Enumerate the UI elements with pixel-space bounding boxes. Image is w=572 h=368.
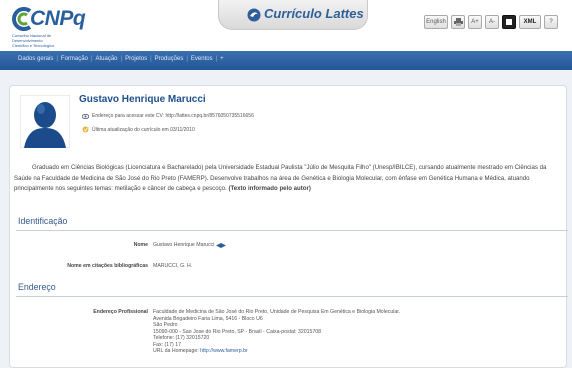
link-icon: [82, 113, 89, 119]
xml-button[interactable]: XML: [519, 15, 541, 29]
font-decrease-button[interactable]: A-: [485, 15, 499, 29]
nav-formacao[interactable]: Formação: [61, 56, 88, 62]
homepage-link[interactable]: http://www.famerp.br: [200, 348, 248, 354]
header: CNPq Conselho Nacional de Desenvolviment…: [0, 0, 572, 50]
nav-separator: |: [215, 56, 218, 62]
nav-separator: |: [56, 56, 58, 62]
last-update: Última atualização do currículo em 03/11…: [82, 126, 195, 133]
section-divider: [16, 296, 568, 297]
endereco-heading: Endereço: [18, 282, 56, 292]
name-value: Gustavo Henrique Marucci: [153, 242, 215, 248]
update-icon: [82, 126, 89, 133]
print-button[interactable]: [451, 15, 465, 29]
help-button[interactable]: ?: [544, 15, 558, 29]
nav-separator: |: [150, 56, 152, 62]
address-block: Faculdade de Medicina de São José do Rio…: [153, 309, 400, 355]
nav-atuacao[interactable]: Atuação: [96, 56, 118, 62]
nav-projetos[interactable]: Projetos: [125, 56, 147, 62]
summary-source-note: (Texto informado pelo autor): [228, 185, 311, 192]
nav-eventos[interactable]: Eventos: [191, 56, 213, 62]
citation-value: MARUCCI, G. H.: [153, 263, 193, 269]
lattes-logo-icon: [247, 8, 261, 22]
homepage-row: URL da Homepage: http://www.famerp.br: [153, 348, 400, 355]
contrast-button[interactable]: [502, 15, 516, 29]
citation-label: Nome em citações bibliográficas: [67, 263, 148, 269]
cv-address-text[interactable]: Endereço para acessar este CV: http://la…: [92, 113, 254, 119]
identificacao-heading: Identificação: [18, 216, 68, 226]
nav-producoes[interactable]: Produções: [155, 56, 184, 62]
address-label: Endereço Profissional: [93, 309, 148, 315]
cnpq-logo[interactable]: CNPq Conselho Nacional de Desenvolviment…: [10, 6, 90, 48]
name-label: Nome: [133, 242, 148, 248]
section-divider: [16, 230, 568, 231]
logo-subtitle: Conselho Nacional de Desenvolvimento Cie…: [12, 33, 55, 48]
contrast-icon: [506, 19, 512, 25]
avatar-placeholder-icon: [20, 95, 70, 148]
toolbar: English A+ A- XML ?: [424, 15, 558, 29]
section-navbar: Dados gerais | Formação | Atuação | Proj…: [0, 51, 572, 70]
nav-more[interactable]: +: [220, 56, 224, 62]
printer-icon: [453, 18, 463, 26]
lattes-title-tab: Currículo Lattes: [218, 0, 368, 30]
nav-separator: |: [120, 56, 123, 62]
language-button[interactable]: English: [424, 15, 448, 29]
lattes-link-icon[interactable]: [216, 242, 227, 248]
nav-items: Dados gerais | Formação | Atuação | Proj…: [18, 56, 224, 62]
site-title: Currículo Lattes: [264, 6, 364, 21]
cv-address: Endereço para acessar este CV: http://la…: [82, 113, 254, 119]
logo-text: CNPq: [30, 7, 86, 30]
homepage-prefix: URL da Homepage:: [153, 348, 199, 354]
nav-separator: |: [90, 56, 93, 62]
address-line: Faculdade de Medicina de São José do Rio…: [153, 309, 401, 315]
last-update-text: Última atualização do currículo em 03/11…: [92, 126, 195, 133]
font-increase-button[interactable]: A+: [468, 15, 482, 29]
nav-dados-gerais[interactable]: Dados gerais: [18, 56, 53, 62]
resume-summary: Graduado em Ciências Biológicas (Licenci…: [14, 163, 560, 195]
nav-separator: |: [186, 56, 188, 62]
profile-name: Gustavo Henrique Marucci: [79, 94, 206, 105]
name-value-row: Gustavo Henrique Marucci: [153, 242, 227, 249]
